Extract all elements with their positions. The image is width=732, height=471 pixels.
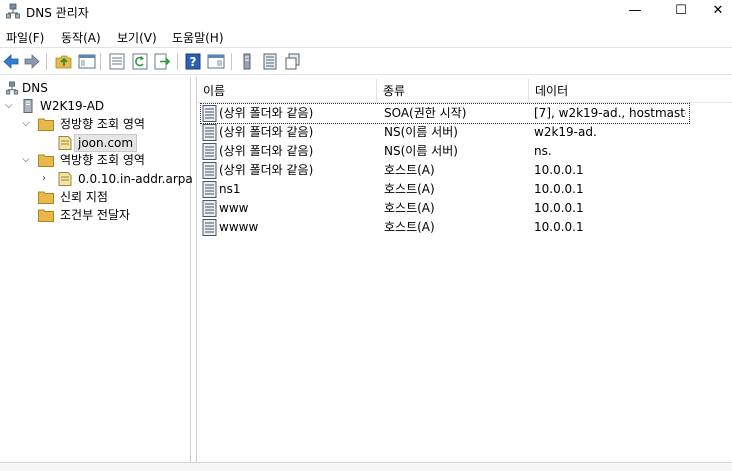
record-type: 호스트(A)	[384, 163, 435, 177]
table-row[interactable]: (상위 폴더와 같음) NS(이름 서버) w2k19-ad.	[201, 123, 689, 142]
column-header-name[interactable]: 이름	[197, 79, 377, 103]
tree-item-trust-points[interactable]: 신뢰 지점	[0, 188, 190, 206]
record-icon	[202, 143, 217, 160]
record-icon	[202, 219, 217, 236]
folder-icon	[38, 154, 54, 167]
column-header-type[interactable]: 종류	[377, 79, 529, 103]
record-icon	[202, 162, 217, 179]
refresh-icon[interactable]	[131, 53, 149, 70]
copy-icon[interactable]	[284, 53, 302, 70]
tree-item-dns[interactable]: DNS	[0, 79, 190, 97]
forward-arrow-icon[interactable]	[23, 53, 41, 70]
show-hide-icon[interactable]	[207, 53, 225, 70]
back-arrow-icon[interactable]	[2, 53, 20, 70]
zone-file-icon	[58, 172, 72, 186]
minimize-button[interactable]: —	[612, 0, 658, 24]
record-type: 호스트(A)	[384, 201, 435, 215]
tree-label-joon-com: joon.com	[74, 134, 138, 152]
record-icon	[202, 105, 217, 122]
record-type: NS(이름 서버)	[384, 125, 458, 139]
chevron-right-icon[interactable]: ›	[42, 170, 46, 188]
record-type: 호스트(A)	[384, 220, 435, 234]
svg-text:?: ?	[190, 55, 197, 69]
records-list: 이름 종류 데이터 (상위 폴더와 같음) SOA(권한 시작) [7], w2…	[196, 77, 732, 471]
record-data: ns.	[534, 144, 552, 158]
chevron-down-icon[interactable]: ⌵	[5, 97, 13, 115]
menu-file[interactable]: 파일(F)	[6, 29, 44, 46]
table-row[interactable]: wwww 호스트(A) 10.0.0.1	[201, 218, 689, 237]
console-tree-icon[interactable]	[78, 53, 96, 70]
record-data: [7], w2k19-ad., hostmaster.	[534, 106, 686, 120]
record-name: (상위 폴더와 같음)	[219, 144, 314, 158]
table-row[interactable]: ns1 호스트(A) 10.0.0.1	[201, 180, 689, 199]
record-type: SOA(권한 시작)	[384, 106, 467, 120]
console-tree: DNS ⌵ W2K19-AD ⌵ 정방향 조회 영역 joon.com ⌵ 역방…	[0, 77, 193, 471]
title-bar: DNS 관리자 — ☐ ✕	[0, 0, 732, 24]
chevron-down-icon[interactable]: ⌵	[22, 115, 30, 133]
record-name: wwww	[219, 220, 259, 234]
record-name: (상위 폴더와 같음)	[219, 106, 314, 120]
window-title: DNS 관리자	[26, 6, 89, 20]
status-bar	[0, 462, 732, 471]
list-icon[interactable]	[261, 53, 279, 70]
record-icon	[202, 200, 217, 217]
tree-item-reverse-zone[interactable]: › 0.0.10.in-addr.arpa	[0, 170, 193, 188]
properties-icon[interactable]	[108, 53, 126, 70]
menu-view[interactable]: 보기(V)	[117, 29, 157, 46]
record-data: 10.0.0.1	[534, 182, 584, 196]
tree-label-reverse-zones: 역방향 조회 영역	[60, 153, 145, 167]
tree-label-conditional-forwarders: 조건부 전달자	[60, 208, 131, 222]
zone-file-icon	[58, 136, 72, 150]
record-name: (상위 폴더와 같음)	[219, 163, 314, 177]
server-icon	[23, 99, 33, 113]
table-row[interactable]: (상위 폴더와 같음) 호스트(A) 10.0.0.1	[201, 161, 689, 180]
tree-item-server[interactable]: ⌵ W2K19-AD	[0, 97, 190, 115]
record-data: 10.0.0.1	[534, 220, 584, 234]
chevron-down-icon[interactable]: ⌵	[22, 151, 30, 169]
tree-label-server: W2K19-AD	[40, 99, 105, 113]
close-button[interactable]: ✕	[704, 0, 732, 24]
dns-root-icon	[5, 81, 19, 95]
menu-action[interactable]: 동작(A)	[61, 29, 101, 46]
record-data: 10.0.0.1	[534, 201, 584, 215]
tree-label-forward-zones: 정방향 조회 영역	[60, 117, 145, 131]
record-icon	[202, 124, 217, 141]
maximize-button[interactable]: ☐	[658, 0, 704, 24]
record-data: w2k19-ad.	[534, 125, 597, 139]
folder-icon	[38, 209, 54, 222]
record-type: NS(이름 서버)	[384, 144, 458, 158]
folder-icon	[38, 191, 54, 204]
up-folder-icon[interactable]	[55, 53, 73, 70]
record-name: www	[219, 201, 249, 215]
menu-bar: 파일(F) 동작(A) 보기(V) 도움말(H)	[0, 26, 732, 46]
table-row[interactable]: (상위 폴더와 같음) NS(이름 서버) ns.	[201, 142, 689, 161]
record-name: ns1	[219, 182, 241, 196]
folder-icon	[38, 118, 54, 131]
tree-label-trust-points: 신뢰 지점	[60, 190, 108, 204]
dns-app-icon	[6, 3, 20, 19]
toolbar: ?	[0, 47, 732, 75]
tree-item-forward-zones[interactable]: ⌵ 정방향 조회 영역	[0, 115, 190, 133]
tree-label-reverse-zone: 0.0.10.in-addr.arpa	[78, 172, 193, 186]
help-icon[interactable]: ?	[184, 53, 202, 70]
table-row[interactable]: www 호스트(A) 10.0.0.1	[201, 199, 689, 218]
dns-record-icon[interactable]	[238, 53, 256, 70]
column-header-data[interactable]: 데이터	[529, 79, 732, 103]
tree-item-reverse-zones[interactable]: ⌵ 역방향 조회 영역	[0, 151, 190, 169]
tree-item-joon-com[interactable]: joon.com	[0, 134, 190, 152]
tree-item-conditional-forwarders[interactable]: 조건부 전달자	[0, 206, 190, 224]
record-icon	[202, 181, 217, 198]
record-name: (상위 폴더와 같음)	[219, 125, 314, 139]
tree-label-dns: DNS	[22, 81, 48, 95]
export-icon[interactable]	[153, 53, 171, 70]
menu-help[interactable]: 도움말(H)	[172, 29, 224, 46]
table-row[interactable]: (상위 폴더와 같음) SOA(권한 시작) [7], w2k19-ad., h…	[200, 103, 690, 124]
record-data: 10.0.0.1	[534, 163, 584, 177]
record-type: 호스트(A)	[384, 182, 435, 196]
